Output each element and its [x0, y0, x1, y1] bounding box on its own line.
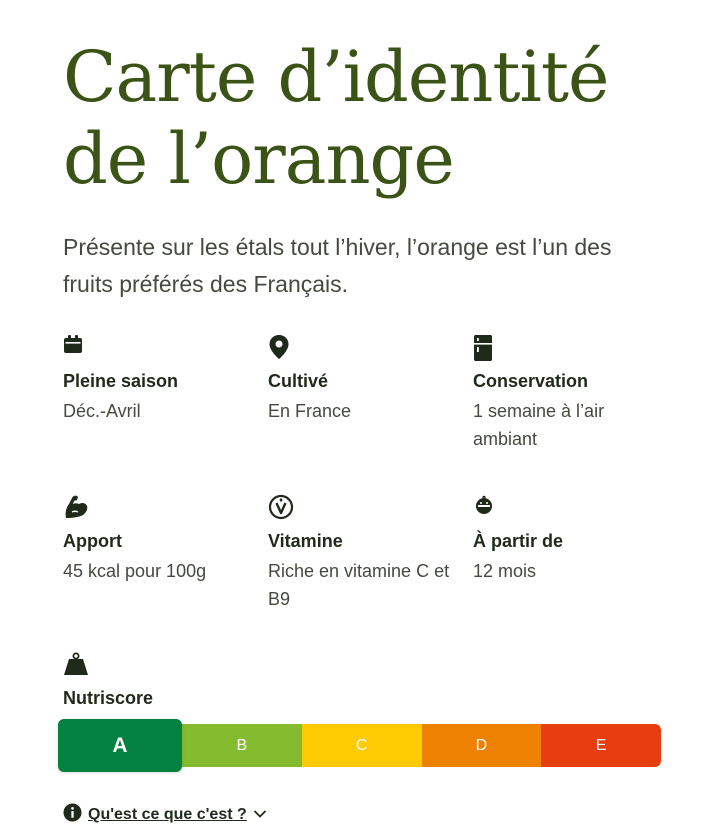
- fact-label: Cultivé: [268, 371, 329, 391]
- nutriscore-label: Nutriscore: [63, 688, 154, 708]
- facts-grid: Pleine saison Déc.-Avril Cultivé En Fran…: [63, 334, 678, 654]
- nutriscore-grade-c: C: [301, 724, 422, 767]
- info-icon: [63, 803, 82, 827]
- fact-season: Pleine saison Déc.-Avril: [63, 334, 268, 494]
- page-title: Carte d’identité de l’orange: [63, 36, 609, 200]
- nutriscore-grade-b: B: [182, 724, 302, 767]
- fact-value: En France: [268, 401, 352, 421]
- fact-energy: Apport 45 kcal pour 100g: [63, 494, 268, 654]
- fact-value: Riche en vitamine C et B9: [268, 561, 450, 609]
- fact-label: À partir de: [473, 531, 564, 551]
- calendar-icon: [63, 334, 91, 362]
- fact-value: Déc.-Avril: [63, 401, 141, 421]
- orange-id-card: Carte d’identité de l’orange Présente su…: [0, 0, 701, 831]
- fact-origin: Cultivé En France: [268, 334, 473, 494]
- nutriscore-grade-e: E: [541, 724, 661, 767]
- vitamin-icon: [268, 494, 296, 522]
- fact-label: Pleine saison: [63, 371, 179, 391]
- chevron-down-icon[interactable]: [253, 806, 267, 824]
- muscle-arm-icon: [63, 494, 91, 522]
- nutriscore-help-toggle[interactable]: Qu'est ce que c'est ?: [63, 803, 267, 827]
- title-line-2: de l’orange: [63, 118, 455, 200]
- title-line-1: Carte d’identité: [63, 36, 609, 118]
- fact-vitamin: Vitamine Riche en vitamine C et B9: [268, 494, 473, 654]
- nutriscore-grade-a: A: [58, 719, 182, 772]
- fact-age: À partir de 12 mois: [473, 494, 678, 654]
- fact-value: 1 semaine à l’air ambiant: [473, 401, 605, 449]
- fact-storage: Conservation 1 semaine à l’air ambiant: [473, 334, 678, 494]
- fact-value: 12 mois: [473, 561, 537, 581]
- baby-face-icon: [473, 494, 501, 522]
- nutriscore-bar: A B C D E: [58, 719, 661, 772]
- fact-label: Conservation: [473, 371, 589, 391]
- location-pin-icon: [268, 334, 296, 362]
- fact-value: 45 kcal pour 100g: [63, 561, 207, 581]
- help-link[interactable]: Qu'est ce que c'est ?: [88, 806, 247, 824]
- fact-label: Vitamine: [268, 531, 343, 551]
- nutriscore-grade-d: D: [421, 724, 542, 767]
- fridge-icon: [473, 334, 501, 362]
- fact-label: Apport: [63, 531, 122, 551]
- weight-icon: [63, 652, 89, 681]
- intro-text: Présente sur les étals tout l’hiver, l’o…: [63, 234, 612, 297]
